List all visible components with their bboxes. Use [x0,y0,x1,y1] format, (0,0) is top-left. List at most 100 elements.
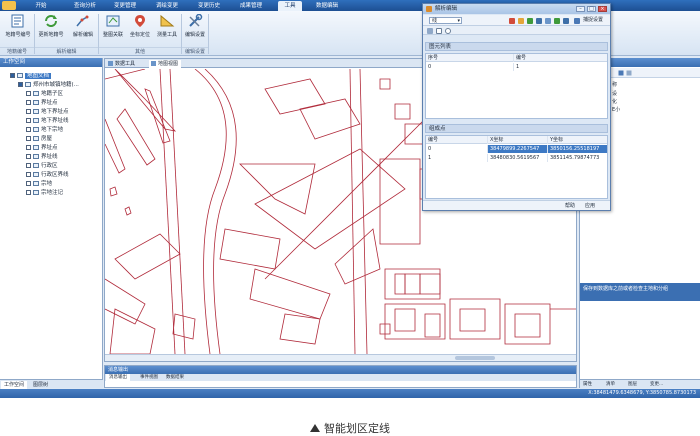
tree-layer-item[interactable]: 界址点 [26,144,58,153]
tab-layers[interactable]: 图层 [626,381,639,389]
minimize-button[interactable]: – [576,6,585,12]
tree-layer-item[interactable]: 地下宗地 [26,126,63,135]
parcel-numbering-button[interactable]: 地籍号编号 [3,14,33,46]
tree-dataset[interactable]: 郑州市城镇地籍(... [18,81,79,90]
geometry-mode-select[interactable]: 线 ▾ [429,17,462,24]
update-parcel-number-button[interactable]: 更新地籍号 [35,14,67,46]
apply-icon[interactable] [554,18,560,24]
apply-button[interactable]: 应用 [583,202,597,210]
tab-message-output[interactable]: 消息输出 [106,374,130,381]
tree-layer-item[interactable]: 地籍子区 [26,90,63,99]
circle-icon[interactable] [445,28,451,34]
tree-layer-item[interactable]: 界址点 [26,99,58,108]
parcel-boundary [404,273,421,295]
app-menu-icon[interactable] [2,1,16,10]
tool-icon[interactable] [626,70,632,76]
dialog-title-bar[interactable]: 解析编辑 – □ × [423,4,610,14]
table-header-row: 序号 编号 [426,54,607,62]
tab-start[interactable]: 开始 [28,1,54,11]
tree-layer-item[interactable]: 宗地 [26,180,52,189]
scrollbar-thumb[interactable] [455,356,495,360]
add-point-icon[interactable] [527,18,533,24]
group-label-parcel-numbering: 地籍编号 [0,47,34,55]
tab-event-view[interactable]: 事件视图 [137,374,161,381]
save-icon[interactable] [618,70,624,76]
layer-icon [33,190,39,195]
layer-label: 行政区界线 [41,172,69,178]
tab-list[interactable]: 清单 [604,381,617,389]
tab-map-view[interactable]: 地图视图 [149,60,182,68]
move-point-icon[interactable] [536,18,542,24]
tab-tools[interactable]: 工具 [278,1,302,11]
tab-data-edit[interactable]: 数据编辑 [312,1,342,11]
table-icon[interactable] [563,18,569,24]
split-icon[interactable] [545,18,551,24]
rectangle-icon[interactable] [436,28,442,34]
tree-layer-item[interactable]: 地下界址点 [26,108,69,117]
property-name: 化 [612,99,618,105]
tree-layer-item[interactable]: 地下界址线 [26,117,69,126]
tree-layer-item[interactable]: 行政区 [26,162,58,171]
column-header-number: 编号 [426,136,488,144]
tab-workspace[interactable]: 工作空间 [1,381,28,389]
tree-layer-item[interactable]: 房屋 [26,135,52,144]
tree-layer-item[interactable]: 界址线 [26,153,58,162]
table-cell: 3850156.25518197 [548,145,607,153]
parcel-boundary [404,123,424,145]
layer-icon [33,163,39,168]
layer-visibility-checkbox[interactable] [26,190,31,195]
layer-visibility-checkbox[interactable] [26,127,31,132]
layer-visibility-checkbox[interactable] [26,145,31,150]
layer-visibility-checkbox[interactable] [26,163,31,168]
tree-layer-item[interactable]: 宗地注记 [26,189,63,198]
layer-visibility-checkbox[interactable] [26,91,31,96]
table-row[interactable]: 0 1 [426,63,607,71]
measure-tool-button[interactable]: 测量工具 [154,14,180,46]
delete-point-icon[interactable] [509,18,515,24]
map-horizontal-scrollbar[interactable] [105,354,576,361]
caption-text: 智能划区定线 [324,422,390,435]
table-row[interactable]: 1 38480830.5619567 3851145.79874773 [426,154,607,162]
tab-change-management[interactable]: 变更管理 [110,1,140,11]
tab-data-tools[interactable]: 数据工具 [106,60,138,68]
layer-label: 地下界址线 [41,118,69,124]
tree-root-map-document[interactable]: 地图文档 [10,72,52,81]
tab-query-analysis[interactable]: 查询分析 [68,1,102,11]
tab-attributes[interactable]: 属性 [581,381,594,389]
tree-checkbox[interactable] [10,73,15,78]
parcel-boundary [419,273,441,295]
maximize-button[interactable]: □ [587,6,596,12]
tree-layer-item[interactable]: 行政区界线 [26,171,69,180]
close-button[interactable]: × [598,6,607,12]
help-button[interactable]: 帮助 [563,202,577,210]
tab-changes[interactable]: 变更... [648,381,665,389]
tab-layer-tree[interactable]: 图层树 [30,381,51,389]
layer-visibility-checkbox[interactable] [26,109,31,114]
tab-results-management[interactable]: 成果管理 [236,1,266,11]
layer-visibility-checkbox[interactable] [26,181,31,186]
table-row[interactable]: 0 38479899.2267547 3850156.25518197 [426,145,607,153]
edit-settings-button[interactable]: 编辑设置 [183,14,207,46]
layer-visibility-checkbox[interactable] [26,154,31,159]
edit-point-icon[interactable] [518,18,524,24]
map-document-icon [17,73,23,78]
analytic-edit-button[interactable]: 解析编辑 [70,14,96,46]
analytic-edit-dialog: 解析编辑 – □ × 线 ▾ 捕捉设置 图元列表 序号 编号 0 1 组成点 编… [422,3,611,211]
select-icon[interactable] [427,28,433,34]
table-cell: 38480830.5619567 [488,154,548,162]
tab-survey-change[interactable]: 调绘变更 [152,1,182,11]
tab-data-results[interactable]: 数据结果 [163,374,187,381]
tab-change-history[interactable]: 变更历史 [194,1,224,11]
snap-settings-button[interactable]: 捕捉设置 [583,17,603,24]
column-header-number: 编号 [516,55,527,61]
layer-visibility-checkbox[interactable] [26,172,31,177]
layer-visibility-checkbox[interactable] [26,136,31,141]
coordinate-locate-button[interactable]: 坐标定位 [127,14,153,46]
layer-visibility-checkbox[interactable] [26,118,31,123]
layer-visibility-checkbox[interactable] [26,100,31,105]
map-link-button[interactable]: 整图关联 [100,14,126,46]
layer-label: 宗地 [41,181,53,187]
parcel-boundary [144,88,171,144]
dialog-title: 解析编辑 [435,6,458,12]
tree-checkbox[interactable] [18,82,23,87]
